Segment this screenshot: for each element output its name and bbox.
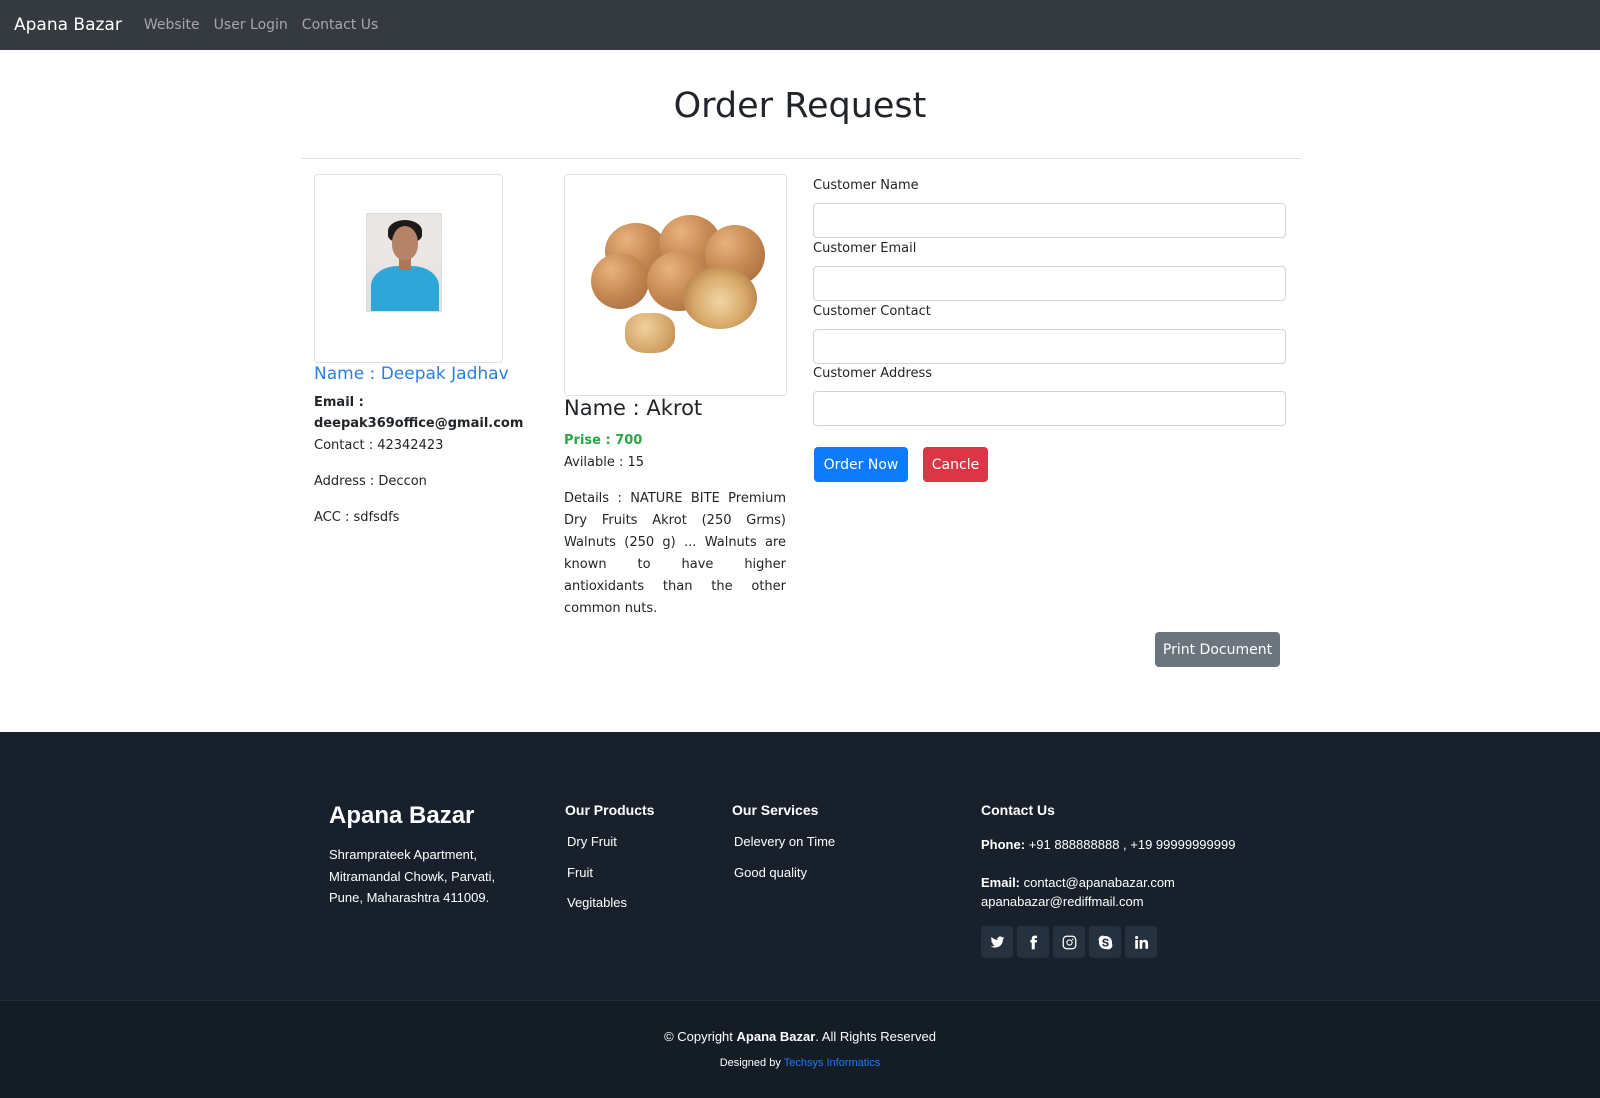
footer-address: Shramprateek Apartment, Mitramandal Chow… <box>329 847 496 905</box>
order-now-button[interactable]: Order Now <box>814 447 908 482</box>
footer-brand: Apana Bazar <box>329 802 475 829</box>
footer-link-fruit[interactable]: Fruit <box>567 865 593 880</box>
facebook-icon[interactable] <box>1017 926 1049 958</box>
product-name: Name : Akrot <box>564 396 703 420</box>
page-title: Order Request <box>673 86 927 126</box>
customer-name-input[interactable] <box>813 203 1286 238</box>
footer-link-vegitables[interactable]: Vegitables <box>567 895 627 910</box>
customer-name-label: Customer Name <box>813 178 919 193</box>
customer-contact-label: Customer Contact <box>813 304 931 319</box>
seller-photo-frame <box>314 174 503 363</box>
seller-acc: ACC : sdfsdfs <box>314 510 400 525</box>
seller-email-label: Email : <box>314 395 364 410</box>
customer-address-input[interactable] <box>813 391 1286 426</box>
seller-avatar <box>366 213 442 312</box>
product-price: Prise : 700 <box>564 433 643 448</box>
seller-email: deepak369office@gmail.com <box>314 416 524 431</box>
footer-email: Email: contact@apanabazar.com <box>981 875 1175 890</box>
nav-link-user-login[interactable]: User Login <box>214 17 288 33</box>
print-document-button[interactable]: Print Document <box>1155 632 1280 667</box>
seller-name: Name : Deepak Jadhav <box>314 364 509 384</box>
designer-link[interactable]: Techsys Informatics <box>784 1057 881 1069</box>
footer-service-quality[interactable]: Good quality <box>734 865 807 880</box>
instagram-icon[interactable] <box>1053 926 1085 958</box>
footer-link-dry-fruit[interactable]: Dry Fruit <box>567 834 617 849</box>
nav-link-contact-us[interactable]: Contact Us <box>302 17 378 33</box>
title-divider <box>301 158 1301 159</box>
product-image-frame <box>564 174 787 396</box>
skype-icon[interactable] <box>1089 926 1121 958</box>
top-navbar: Apana Bazar Website User Login Contact U… <box>0 0 1600 50</box>
customer-address-label: Customer Address <box>813 366 933 381</box>
twitter-icon[interactable] <box>981 926 1013 958</box>
footer-service-delivery[interactable]: Delevery on Time <box>734 834 835 849</box>
linkedin-icon[interactable] <box>1125 926 1157 958</box>
footer-products-heading: Our Products <box>565 802 655 818</box>
footer-email-secondary: apanabazar@rediffmail.com <box>981 894 1144 909</box>
copyright-text: © Copyright Apana Bazar. All Rights Rese… <box>664 1029 936 1044</box>
navbar-brand[interactable]: Apana Bazar <box>14 15 122 35</box>
customer-email-label: Customer Email <box>813 241 917 256</box>
seller-contact: Contact : 42342423 <box>314 438 444 453</box>
product-details: Details : NATURE BITE Premium Dry Fruits… <box>564 491 786 616</box>
product-availability: Avilable : 15 <box>564 455 645 470</box>
designed-by-text: Designed by Techsys Informatics <box>719 1057 881 1069</box>
footer-contact-heading: Contact Us <box>981 802 1055 818</box>
customer-email-input[interactable] <box>813 266 1286 301</box>
seller-address: Address : Deccon <box>314 474 427 489</box>
footer-services-heading: Our Services <box>732 802 819 818</box>
footer-phone: Phone: +91 888888888 , +19 99999999999 <box>981 837 1236 852</box>
customer-contact-input[interactable] <box>813 329 1286 364</box>
footer-bottom-bar <box>0 1000 1600 1098</box>
nav-link-website[interactable]: Website <box>144 17 200 33</box>
cancel-button[interactable]: Cancle <box>923 447 988 482</box>
